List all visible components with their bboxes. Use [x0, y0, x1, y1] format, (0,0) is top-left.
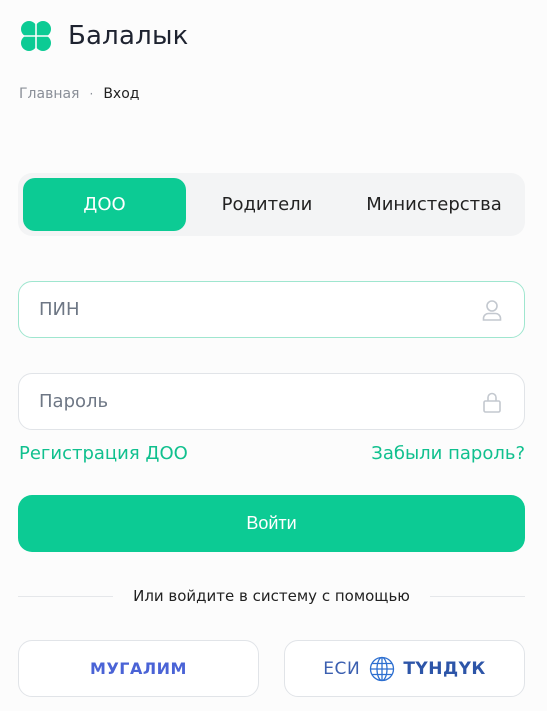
clover-logo-icon[interactable] — [18, 18, 54, 54]
login-button[interactable]: Войти — [18, 495, 525, 552]
mugalim-label: МУГАЛИМ — [90, 659, 187, 678]
esi-label: ЕСИ — [323, 658, 361, 679]
mugalim-login-button[interactable]: МУГАЛИМ — [18, 640, 259, 697]
pin-input[interactable] — [39, 299, 480, 320]
divider-line-right — [429, 595, 525, 597]
breadcrumb-home-link[interactable]: Главная — [19, 86, 79, 102]
globe-icon — [370, 656, 395, 681]
pin-field[interactable] — [18, 281, 525, 338]
form-links: Регистрация ДОО Забыли пароль? — [19, 443, 525, 464]
breadcrumb-current: Вход — [103, 86, 140, 102]
breadcrumb: Главная · Вход — [19, 86, 139, 102]
register-doo-link[interactable]: Регистрация ДОО — [19, 443, 188, 464]
breadcrumb-separator: · — [89, 87, 94, 101]
role-tabs: ДОО Родители Министерства — [18, 173, 525, 236]
header: Балалык — [18, 18, 189, 54]
esi-tunduk-login-button[interactable]: ЕСИ ТҮНДҮК — [284, 640, 525, 697]
tunduk-label: ТҮНДҮК — [403, 658, 486, 679]
alt-login-divider: Или войдите в систему с помощью — [18, 585, 525, 607]
password-input[interactable] — [39, 391, 480, 412]
tab-ministries[interactable]: Министерства — [348, 178, 520, 231]
divider-line-left — [18, 595, 114, 597]
forgot-password-link[interactable]: Забыли пароль? — [371, 443, 525, 464]
alt-login-text: Или войдите в систему с помощью — [133, 587, 410, 605]
user-icon — [482, 299, 502, 321]
brand-name: Балалык — [68, 21, 189, 51]
tab-doo[interactable]: ДОО — [23, 178, 186, 231]
password-field[interactable] — [18, 373, 525, 430]
lock-icon — [483, 392, 501, 413]
tab-parents[interactable]: Родители — [186, 178, 348, 231]
